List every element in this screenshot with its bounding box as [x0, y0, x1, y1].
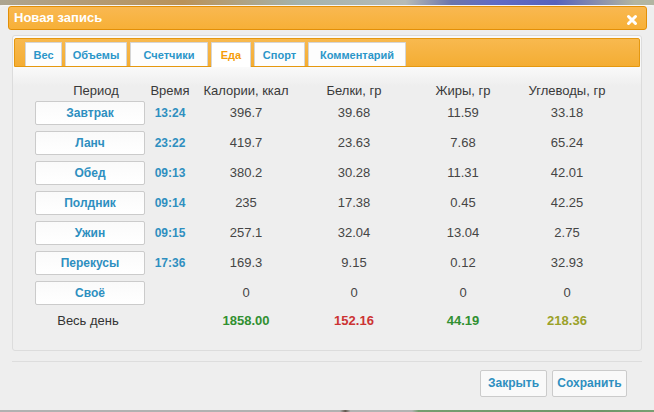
nutrient-value-6-1: 169.3 — [196, 255, 296, 270]
time-value-5[interactable]: 09:15 — [135, 225, 205, 240]
footer-separator — [12, 361, 642, 362]
tab-counters[interactable]: Счетчики — [130, 42, 208, 66]
nutrient-value-5-1: 257.1 — [196, 225, 296, 240]
period-button-5[interactable]: Ужин — [35, 221, 145, 245]
period-button-4[interactable]: Полдник — [35, 191, 145, 215]
nutrient-value-7-4: 0 — [517, 285, 617, 300]
total-value-3: 44.19 — [413, 313, 513, 328]
nutrient-value-2-2: 23.63 — [304, 135, 404, 150]
tab-weight[interactable]: Вес — [25, 42, 62, 66]
nutrient-value-7-2: 0 — [304, 285, 404, 300]
nutrient-value-2-1: 419.7 — [196, 135, 296, 150]
period-button-7[interactable]: Своё — [35, 281, 145, 305]
nutrient-value-6-4: 32.93 — [517, 255, 617, 270]
tab-food[interactable]: Еда — [211, 42, 251, 67]
nutrient-value-5-3: 13.04 — [413, 225, 513, 240]
tab-sport[interactable]: Спорт — [254, 42, 305, 66]
nutrient-value-1-1: 396.7 — [196, 105, 296, 120]
time-value-1[interactable]: 13:24 — [135, 105, 205, 120]
nutrient-value-4-2: 17.38 — [304, 195, 404, 210]
nutrient-value-2-3: 7.68 — [413, 135, 513, 150]
tab-comment[interactable]: Комментарий — [308, 42, 406, 66]
total-value-2: 152.16 — [304, 313, 404, 328]
nutrient-value-7-1: 0 — [196, 285, 296, 300]
nutrient-value-5-2: 32.04 — [304, 225, 404, 240]
nutrient-value-1-3: 11.59 — [413, 105, 513, 120]
titlebar-close-button[interactable] — [626, 14, 638, 26]
nutrient-value-3-2: 30.28 — [304, 165, 404, 180]
nutrient-value-4-4: 42.25 — [517, 195, 617, 210]
column-header-6: Углеводы, гр — [497, 83, 637, 98]
time-value-4[interactable]: 09:14 — [135, 195, 205, 210]
nutrient-value-4-1: 235 — [196, 195, 296, 210]
nutrient-value-3-3: 11.31 — [413, 165, 513, 180]
nutrient-value-6-2: 9.15 — [304, 255, 404, 270]
period-button-3[interactable]: Обед — [35, 161, 145, 185]
close-button[interactable]: Закрыть — [480, 370, 547, 397]
nutrient-value-5-4: 2.75 — [517, 225, 617, 240]
nutrient-value-7-3: 0 — [413, 285, 513, 300]
period-button-1[interactable]: Завтрак — [35, 101, 145, 125]
time-value-3[interactable]: 09:13 — [135, 165, 205, 180]
nutrient-value-1-4: 33.18 — [517, 105, 617, 120]
period-button-6[interactable]: Перекусы — [35, 251, 145, 275]
save-button[interactable]: Сохранить — [552, 370, 627, 397]
close-icon — [626, 14, 638, 26]
nutrient-value-1-2: 39.68 — [304, 105, 404, 120]
total-label: Весь день — [33, 313, 143, 328]
nutrient-value-4-3: 0.45 — [413, 195, 513, 210]
period-button-2[interactable]: Ланч — [35, 131, 145, 155]
dialog-title: Новая запись — [14, 10, 102, 25]
nutrient-value-3-1: 380.2 — [196, 165, 296, 180]
tab-volumes[interactable]: Объемы — [65, 42, 127, 66]
total-value-1: 1858.00 — [196, 313, 296, 328]
nutrient-value-2-4: 65.24 — [517, 135, 617, 150]
time-value-6[interactable]: 17:36 — [135, 255, 205, 270]
dialog-titlebar: Новая запись — [8, 6, 647, 30]
tab-strip: ВесОбъемыСчетчикиЕдаСпортКомментарий — [14, 38, 640, 67]
time-value-2[interactable]: 23:22 — [135, 135, 205, 150]
nutrient-value-3-4: 42.01 — [517, 165, 617, 180]
nutrient-value-6-3: 0.12 — [413, 255, 513, 270]
total-value-4: 218.36 — [517, 313, 617, 328]
